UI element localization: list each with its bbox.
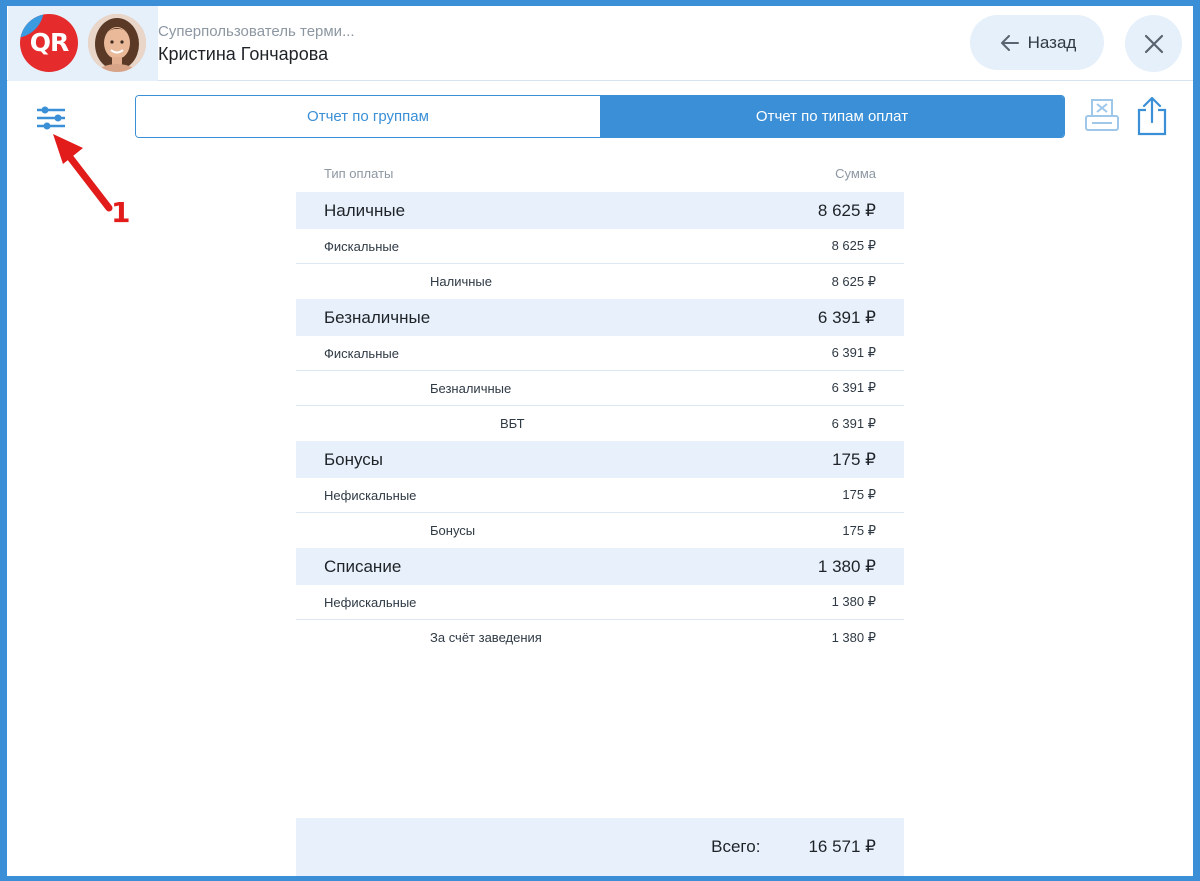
row-label: Нефискальные (324, 594, 417, 610)
logo-text: QR (29, 28, 70, 57)
table-row: Безналичные 6 391 ₽ (296, 299, 904, 336)
user-role: Суперпользователь терми... (158, 23, 355, 40)
row-label: Фискальные (324, 345, 399, 361)
row-label: Бонусы (324, 449, 384, 469)
row-sum: 8 625 ₽ (831, 273, 876, 289)
row-label: Фискальные (324, 238, 399, 254)
close-button[interactable] (1125, 15, 1182, 72)
report-tabs: Отчет по группам Отчет по типам оплат (135, 95, 1065, 138)
row-label: Нефискальные (324, 487, 417, 503)
row-sum: 175 ₽ (842, 487, 876, 502)
row-label: За счёт заведения (430, 630, 542, 645)
table-row: Наличные 8 625 ₽ (296, 192, 904, 229)
table-row: Бонусы 175 ₽ (296, 513, 904, 548)
total-bar: Всего: 16 571 ₽ (296, 818, 904, 876)
table-row: Наличные 8 625 ₽ (296, 264, 904, 299)
table-header: Тип оплаты Сумма (296, 154, 904, 192)
row-sum: 1 380 ₽ (831, 594, 876, 609)
payment-report-table: Тип оплаты Сумма Наличные 8 625 ₽ Фискал… (296, 154, 904, 655)
qr-logo: QR (20, 14, 78, 72)
tab-groups-report[interactable]: Отчет по группам (136, 96, 600, 137)
row-sum: 175 ₽ (842, 522, 876, 538)
table-row: Нефискальные 175 ₽ (296, 478, 904, 513)
column-header-sum: Сумма (835, 165, 876, 181)
row-label: Бонусы (430, 523, 476, 538)
brand-block: QR (8, 6, 158, 81)
header: QR Суперпользователь терми... Кристина Г… (7, 6, 1193, 81)
print-receipt-icon[interactable] (1084, 98, 1120, 134)
arrow-left-icon (1000, 34, 1019, 51)
row-sum: 6 391 ₽ (831, 345, 876, 360)
row-label: Наличные (430, 274, 492, 289)
row-sum: 175 ₽ (832, 449, 876, 469)
table-row: Фискальные 8 625 ₽ (296, 229, 904, 264)
back-button[interactable]: Назад (970, 15, 1104, 70)
table-row: Списание 1 380 ₽ (296, 548, 904, 585)
row-sum: 1 380 ₽ (831, 629, 876, 645)
annotation-number: 1 (111, 196, 131, 229)
table-row: За счёт заведения 1 380 ₽ (296, 620, 904, 655)
row-label: Наличные (324, 200, 406, 220)
row-label: ВБТ (500, 416, 525, 431)
row-sum: 6 391 ₽ (831, 380, 876, 395)
row-sum: 6 391 ₽ (817, 307, 876, 327)
close-icon (1144, 34, 1163, 53)
total-label: Всего: (711, 837, 761, 856)
row-label: Безналичные (324, 307, 431, 327)
row-label: Списание (324, 556, 402, 576)
table-row: Фискальные 6 391 ₽ (296, 336, 904, 371)
table-row: ВБТ 6 391 ₽ (296, 406, 904, 441)
row-sum: 8 625 ₽ (831, 238, 876, 253)
row-sum: 8 625 ₽ (817, 200, 876, 220)
back-label: Назад (1027, 32, 1077, 52)
tab-payment-types-report[interactable]: Отчет по типам оплат (600, 96, 1064, 137)
row-sum: 1 380 ₽ (817, 556, 876, 576)
share-icon[interactable] (1135, 96, 1169, 136)
table-row: Безналичные 6 391 ₽ (296, 371, 904, 406)
total-value: 16 571 ₽ (808, 837, 876, 856)
row-sum: 6 391 ₽ (831, 415, 876, 431)
app-window: QR Суперпользователь терми... Кристина Г… (7, 6, 1193, 876)
row-label: Безналичные (430, 380, 512, 396)
user-name: Кристина Гончарова (158, 44, 329, 64)
table-row: Бонусы 175 ₽ (296, 441, 904, 478)
avatar[interactable] (88, 14, 146, 72)
column-header-type: Тип оплаты (324, 165, 394, 181)
table-row: Нефискальные 1 380 ₽ (296, 585, 904, 620)
